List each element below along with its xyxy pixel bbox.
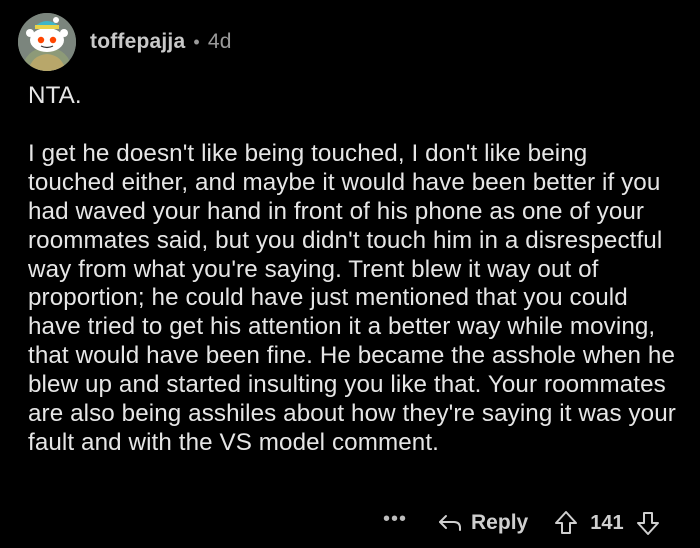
vote-control: 141 [554,510,659,536]
comment-header: toffepajja • 4d [18,10,232,74]
comment-age: 4d [207,30,232,53]
comment-actions: ••• Reply 141 [383,505,660,541]
upvote-arrow-icon[interactable] [554,510,578,536]
author-username[interactable]: toffepajja [90,30,185,54]
downvote-arrow-icon[interactable] [636,510,660,536]
more-options-button[interactable]: ••• [383,508,407,531]
comment-paragraph: NTA. [28,82,82,109]
comment: toffepajja • 4d NTA. I get he doesn't li… [0,0,700,548]
vote-count: 141 [590,511,624,534]
snoo-avatar-icon [18,13,76,71]
author-line: toffepajja • 4d [90,30,232,54]
reply-arrow-icon [439,515,462,531]
avatar[interactable] [18,13,76,71]
comment-paragraph: I get he doesn't like being touched, I d… [28,139,676,456]
reply-button[interactable]: Reply [437,511,528,535]
reply-label: Reply [471,511,529,534]
meta-separator: • [193,31,200,52]
comment-body: NTA. I get he doesn't like being touched… [28,82,678,458]
